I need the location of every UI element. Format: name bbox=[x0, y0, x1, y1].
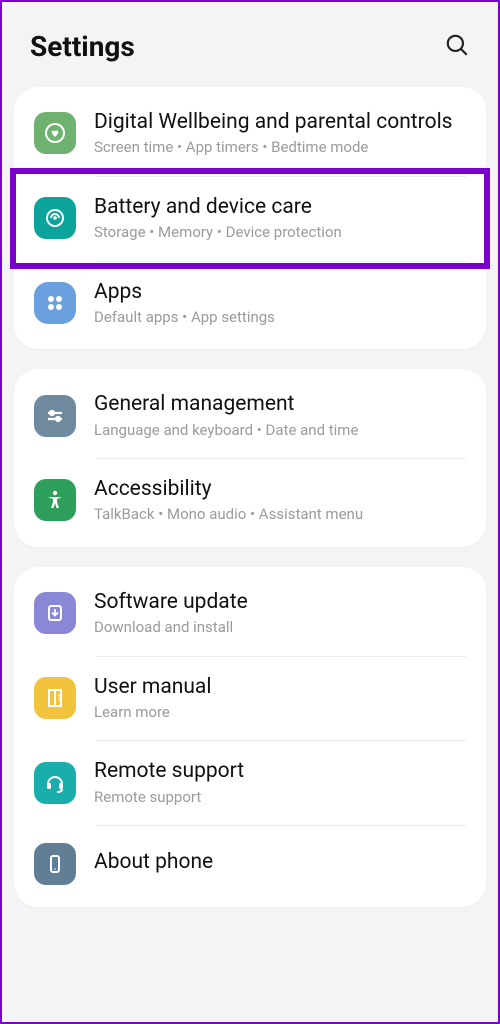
book-icon: ? bbox=[34, 677, 76, 719]
item-subtitle: Storage • Memory • Device protection bbox=[94, 223, 466, 243]
item-subtitle: Download and install bbox=[94, 618, 466, 638]
device-care-icon bbox=[34, 197, 76, 239]
item-subtitle: Learn more bbox=[94, 703, 466, 723]
item-title: General management bbox=[94, 391, 466, 417]
settings-item-about-phone[interactable]: About phone bbox=[14, 825, 486, 903]
settings-item-user-manual[interactable]: ? User manual Learn more bbox=[14, 656, 486, 741]
headset-icon bbox=[34, 762, 76, 804]
item-title: Battery and device care bbox=[94, 194, 466, 220]
item-title: Software update bbox=[94, 589, 466, 615]
phone-info-icon bbox=[34, 843, 76, 885]
item-title: About phone bbox=[94, 849, 466, 875]
item-title: Accessibility bbox=[94, 476, 466, 502]
settings-item-remote-support[interactable]: Remote support Remote support bbox=[14, 740, 486, 825]
settings-header: Settings bbox=[14, 2, 486, 87]
item-subtitle: Screen time • App timers • Bedtime mode bbox=[94, 138, 466, 158]
sliders-icon bbox=[34, 395, 76, 437]
settings-group: Software update Download and install ? U… bbox=[14, 567, 486, 907]
item-title: User manual bbox=[94, 674, 466, 700]
item-title: Remote support bbox=[94, 758, 466, 784]
settings-item-software-update[interactable]: Software update Download and install bbox=[14, 571, 486, 656]
settings-group: Digital Wellbeing and parental controls … bbox=[14, 87, 486, 349]
item-subtitle: Default apps • App settings bbox=[94, 308, 466, 328]
settings-item-digital-wellbeing[interactable]: Digital Wellbeing and parental controls … bbox=[14, 91, 486, 176]
download-icon bbox=[34, 592, 76, 634]
heart-circle-icon bbox=[34, 112, 76, 154]
item-subtitle: Language and keyboard • Date and time bbox=[94, 421, 466, 441]
svg-text:?: ? bbox=[58, 694, 63, 704]
item-subtitle: TalkBack • Mono audio • Assistant menu bbox=[94, 505, 466, 525]
settings-item-apps[interactable]: Apps Default apps • App settings bbox=[14, 261, 486, 346]
accessibility-icon bbox=[34, 479, 76, 521]
settings-item-battery-device-care[interactable]: Battery and device care Storage • Memory… bbox=[14, 176, 486, 261]
settings-item-general-management[interactable]: General management Language and keyboard… bbox=[14, 373, 486, 458]
settings-group: General management Language and keyboard… bbox=[14, 369, 486, 547]
item-title: Digital Wellbeing and parental controls bbox=[94, 109, 466, 135]
page-title: Settings bbox=[30, 30, 135, 63]
apps-grid-icon bbox=[34, 282, 76, 324]
item-subtitle: Remote support bbox=[94, 788, 466, 808]
item-title: Apps bbox=[94, 279, 466, 305]
settings-item-accessibility[interactable]: Accessibility TalkBack • Mono audio • As… bbox=[14, 458, 486, 543]
search-icon[interactable] bbox=[444, 32, 470, 62]
